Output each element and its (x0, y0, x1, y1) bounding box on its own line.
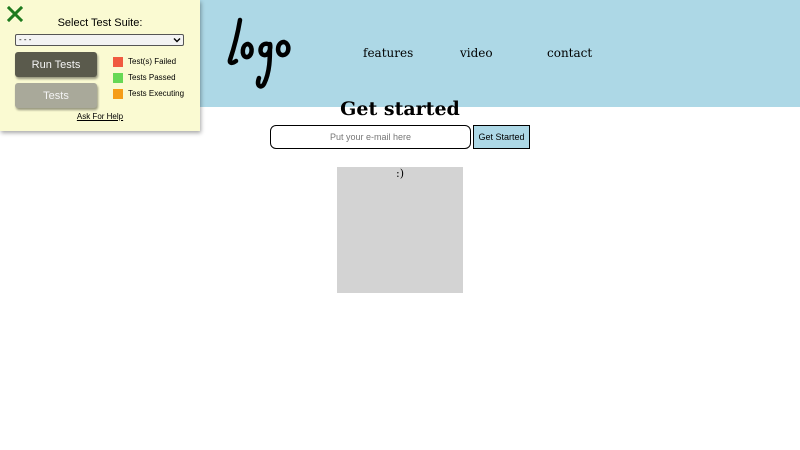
nav-link-features[interactable]: features (363, 46, 413, 60)
logo (227, 17, 291, 89)
nav-link-contact[interactable]: contact (547, 46, 592, 60)
chevron-down-icon (173, 38, 181, 43)
run-tests-button[interactable]: Run Tests (15, 52, 97, 77)
test-suite-select[interactable]: - - - (15, 34, 184, 46)
tests-button[interactable]: Tests (15, 83, 97, 108)
legend-swatch-executing (113, 89, 123, 99)
get-started-button[interactable]: Get Started (473, 125, 530, 149)
ask-for-help-link[interactable]: Ask For Help (0, 112, 200, 121)
email-field[interactable] (270, 125, 471, 149)
smiley-text: :) (396, 167, 404, 180)
legend-swatch-passed (113, 73, 123, 83)
select-value: - - - (19, 35, 32, 44)
legend-label: Test(s) Failed (128, 57, 177, 66)
legend-swatch-failed (113, 57, 123, 67)
placeholder-box: :) (337, 167, 463, 293)
legend-label: Tests Passed (128, 73, 176, 82)
test-suite-panel: Select Test Suite: - - - Run Tests Tests… (0, 0, 200, 131)
nav-link-video[interactable]: video (460, 46, 493, 60)
legend-label: Tests Executing (128, 89, 185, 98)
panel-title: Select Test Suite: (57, 17, 143, 29)
